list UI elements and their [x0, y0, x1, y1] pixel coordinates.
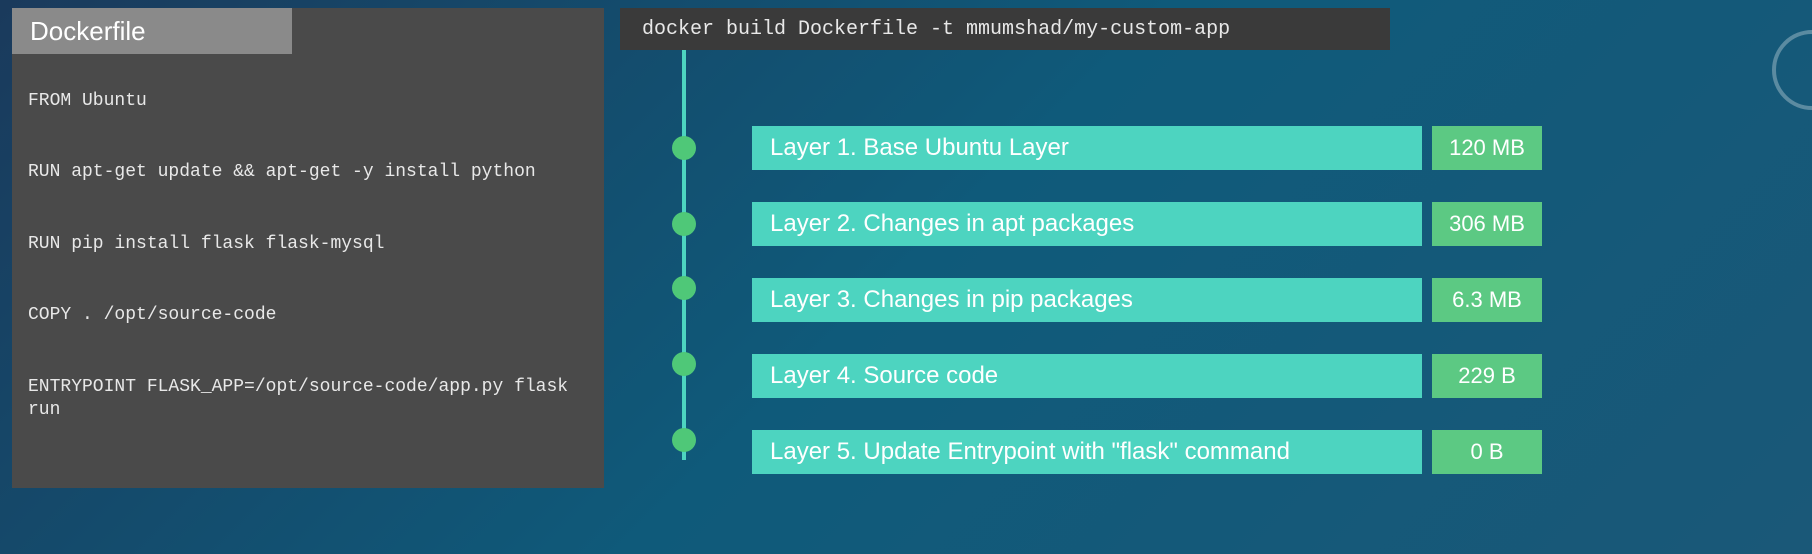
layer-row: Layer 5. Update Entrypoint with "flask" … — [752, 430, 1542, 474]
code-line: RUN apt-get update && apt-get -y install… — [28, 161, 588, 184]
layer-row: Layer 2. Changes in apt packages 306 MB — [752, 202, 1542, 246]
layer-size: 306 MB — [1432, 202, 1542, 246]
timeline-line — [682, 50, 686, 460]
layer-size: 229 B — [1432, 354, 1542, 398]
layer-row: Layer 4. Source code 229 B — [752, 354, 1542, 398]
code-line: RUN pip install flask flask-mysql — [28, 233, 588, 256]
docker-build-command: docker build Dockerfile -t mmumshad/my-c… — [620, 8, 1390, 50]
dockerfile-code: FROM Ubuntu RUN apt-get update && apt-ge… — [12, 54, 604, 422]
code-line: FROM Ubuntu — [28, 90, 588, 113]
dockerfile-panel: Dockerfile FROM Ubuntu RUN apt-get updat… — [12, 8, 604, 488]
dockerfile-tab: Dockerfile — [12, 8, 292, 54]
code-line: COPY . /opt/source-code — [28, 304, 588, 327]
layer-row: Layer 1. Base Ubuntu Layer 120 MB — [752, 126, 1542, 170]
timeline-dot — [672, 276, 696, 300]
timeline-dot — [672, 136, 696, 160]
layer-size: 0 B — [1432, 430, 1542, 474]
decorative-circle-icon — [1772, 30, 1812, 110]
layer-label: Layer 2. Changes in apt packages — [752, 202, 1422, 246]
layer-size: 6.3 MB — [1432, 278, 1542, 322]
timeline-dot — [672, 212, 696, 236]
timeline-dot — [672, 428, 696, 452]
layer-label: Layer 4. Source code — [752, 354, 1422, 398]
command-text: docker build Dockerfile -t mmumshad/my-c… — [642, 18, 1230, 41]
timeline-dot — [672, 352, 696, 376]
layer-row: Layer 3. Changes in pip packages 6.3 MB — [752, 278, 1542, 322]
layer-label: Layer 5. Update Entrypoint with "flask" … — [752, 430, 1422, 474]
layer-size: 120 MB — [1432, 126, 1542, 170]
layers-container: Layer 1. Base Ubuntu Layer 120 MB Layer … — [752, 126, 1542, 506]
layer-label: Layer 1. Base Ubuntu Layer — [752, 126, 1422, 170]
dockerfile-tab-label: Dockerfile — [30, 16, 146, 47]
layer-label: Layer 3. Changes in pip packages — [752, 278, 1422, 322]
code-line: ENTRYPOINT FLASK_APP=/opt/source-code/ap… — [28, 376, 588, 423]
